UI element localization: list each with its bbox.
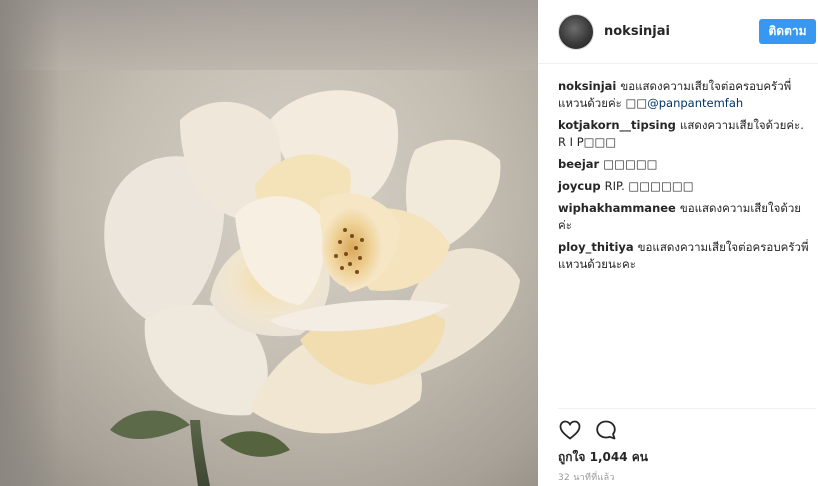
comment-username[interactable]: wiphakhammanee bbox=[558, 201, 676, 215]
actions-divider bbox=[558, 408, 816, 409]
header-username[interactable]: noksinjai bbox=[604, 24, 670, 39]
follow-button[interactable]: ติดตาม bbox=[759, 19, 816, 44]
comment-username[interactable]: ploy_thitiya bbox=[558, 240, 634, 254]
post-header: noksinjai ติดตาม bbox=[538, 0, 818, 64]
post-photo[interactable] bbox=[0, 0, 538, 486]
comment-username[interactable]: noksinjai bbox=[558, 79, 616, 93]
comment-username[interactable]: kotjakorn__tipsing bbox=[558, 118, 676, 132]
avatar-icon[interactable] bbox=[558, 14, 594, 50]
comment-item: noksinjai ขอแสดงความเสียใจต่อครอบครัวพี่แ… bbox=[558, 78, 814, 112]
comment-item: wiphakhammanee ขอแสดงความเสียใจด้วยค่ะ bbox=[558, 200, 814, 234]
comment-username[interactable]: joycup bbox=[558, 179, 601, 193]
comment-username[interactable]: beejar bbox=[558, 157, 599, 171]
post-timestamp[interactable]: 32 นาทีที่แล้ว bbox=[558, 470, 615, 484]
likes-count[interactable]: ถูกใจ 1,044 คน bbox=[558, 448, 648, 467]
comment-item: kotjakorn__tipsing แสดงความเสียใจด้วยค่ะ.… bbox=[558, 117, 814, 151]
rose-illustration bbox=[104, 90, 520, 486]
post-side-panel: noksinjai ติดตาม noksinjai ขอแสดงความเสีย… bbox=[538, 0, 818, 486]
comment-text: □□□□□ bbox=[603, 157, 658, 171]
comment-item: ploy_thitiya ขอแสดงความเสียใจต่อครอบครัวพ… bbox=[558, 239, 814, 273]
comment-mention-link[interactable]: @panpantemfah bbox=[647, 96, 743, 110]
comment-item: beejar □□□□□ bbox=[558, 156, 814, 173]
comments-list: noksinjai ขอแสดงความเสียใจต่อครอบครัวพี่แ… bbox=[558, 78, 814, 278]
comment-icon[interactable] bbox=[594, 418, 618, 442]
heart-icon[interactable] bbox=[558, 418, 582, 442]
comment-text: RIP. □□□□□□ bbox=[604, 179, 694, 193]
comment-item: joycup RIP. □□□□□□ bbox=[558, 178, 814, 195]
